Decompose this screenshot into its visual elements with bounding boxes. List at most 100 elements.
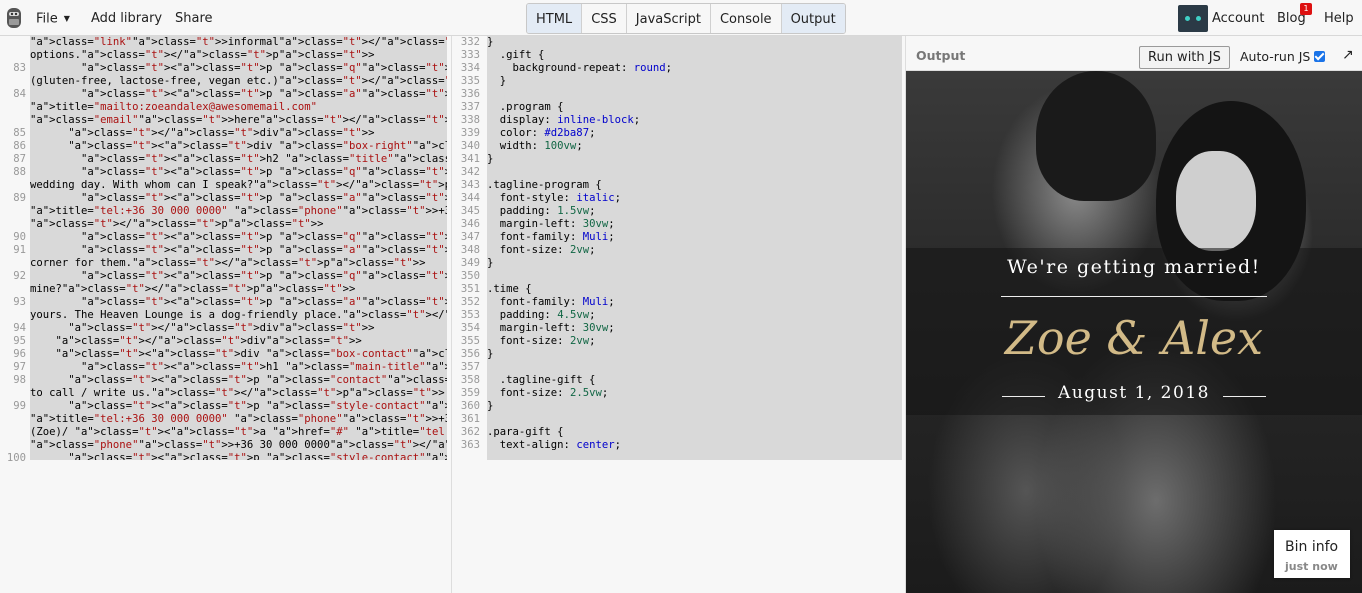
css-editor-panel[interactable]: 332 333 334 335 336 337 338 339 340 341 342 343 344 3… [452, 36, 906, 593]
code-line[interactable]: padding: 1.5vw; [487, 205, 902, 218]
code-line[interactable]: "a">class="t"></"a">class="t">p"a">class… [30, 218, 447, 231]
code-line[interactable]: (gluten-free, lactose-free, vegan etc.)"… [30, 75, 447, 88]
code-line[interactable] [487, 88, 902, 101]
code-line[interactable]: font-size: 2vw; [487, 335, 902, 348]
avatar-eye-icon [1196, 16, 1201, 21]
code-line[interactable]: (Zoe)/ "a">class="t"><"a">class="t">a "a… [30, 426, 447, 439]
code-line[interactable]: "a">title="tel:+36 30 000 0000" "a">clas… [30, 413, 447, 426]
jsbin-logo-icon[interactable] [4, 6, 24, 30]
code-line[interactable]: options."a">class="t"></"a">class="t">p"… [30, 49, 447, 62]
code-line[interactable]: "a">class="t"></"a">class="t">div"a">cla… [30, 335, 447, 348]
help-link[interactable]: Help [1324, 0, 1354, 36]
auto-run-checkbox[interactable] [1314, 51, 1326, 62]
code-line[interactable] [487, 270, 902, 283]
code-line[interactable]: .para-gift { [487, 426, 902, 439]
code-line[interactable]: font-size: 2.5vw; [487, 387, 902, 400]
code-line[interactable] [487, 166, 902, 179]
code-line[interactable]: "a">class="t"><"a">class="t">p "a">class… [30, 296, 447, 309]
code-line[interactable]: "a">class="t"><"a">class="t">p "a">class… [30, 192, 447, 205]
css-code-area[interactable]: } .gift { background-repeat: round; } .p… [487, 36, 902, 460]
code-line[interactable]: display: inline-block; [487, 114, 902, 127]
code-line[interactable]: "a">class="phone""a">class="t">>+36 30 0… [30, 439, 447, 452]
avatar[interactable] [1178, 5, 1208, 32]
code-line[interactable]: "a">title="mailto:zoeandalex@awesomemail… [30, 101, 447, 114]
code-line[interactable]: "a">class="t"><"a">class="t">p "a">class… [30, 374, 447, 387]
html-editor-panel[interactable]: 83 84 85 86 87 88 89 90 91 92 93 94 95 96 97 98 99 100 "a… [0, 36, 452, 593]
code-line[interactable]: "a">class="t"><"a">class="t">p "a">class… [30, 452, 447, 460]
code-line[interactable]: "a">class="t"><"a">class="t">p "a">class… [30, 62, 447, 75]
code-line[interactable]: .program { [487, 101, 902, 114]
divider [1223, 396, 1266, 397]
code-line[interactable] [487, 361, 902, 374]
preview-date: August 1, 2018 [1058, 383, 1210, 403]
line-number: 95 [13, 335, 26, 347]
tab-html[interactable]: HTML [527, 4, 583, 33]
account-link[interactable]: Account [1212, 0, 1265, 36]
code-line[interactable]: "a">class="link""a">class="t">>informal"… [30, 36, 447, 49]
code-line[interactable]: "a">class="email""a">class="t">>here"a">… [30, 114, 447, 127]
code-line[interactable]: } [487, 75, 902, 88]
bin-info-card[interactable]: Bin info just now [1274, 530, 1350, 578]
code-line[interactable]: "a">class="t"><"a">class="t">div "a">cla… [30, 348, 447, 361]
code-line[interactable]: padding: 4.5vw; [487, 309, 902, 322]
blog-notification-badge: 1 [1300, 3, 1312, 15]
code-line[interactable]: corner for them."a">class="t"></"a">clas… [30, 257, 447, 270]
code-line[interactable]: yours. The Heaven Lounge is a dog-friend… [30, 309, 447, 322]
code-line[interactable]: margin-left: 30vw; [487, 218, 902, 231]
line-number: 363 [460, 439, 480, 451]
code-line[interactable]: margin-left: 30vw; [487, 322, 902, 335]
code-line[interactable]: } [487, 348, 902, 361]
code-line[interactable]: wedding day. With whom can I speak?"a">c… [30, 179, 447, 192]
code-line[interactable]: "a">class="t"><"a">class="t">div "a">cla… [30, 140, 447, 153]
code-line[interactable]: .tagline-program { [487, 179, 902, 192]
output-preview[interactable]: We're getting married! Zoe & Alex August… [906, 71, 1362, 593]
code-line[interactable]: } [487, 400, 902, 413]
html-code-area[interactable]: "a">class="link""a">class="t">>informal"… [30, 36, 447, 460]
code-line[interactable]: } [487, 36, 902, 49]
code-line[interactable]: } [487, 257, 902, 270]
code-line[interactable]: color: #d2ba87; [487, 127, 902, 140]
code-line[interactable]: "a">class="t"><"a">class="t">p "a">class… [30, 244, 447, 257]
code-line[interactable]: font-style: italic; [487, 192, 902, 205]
code-line[interactable]: font-family: Muli; [487, 296, 902, 309]
code-line[interactable]: "a">class="t"><"a">class="t">p "a">class… [30, 88, 447, 101]
file-menu[interactable]: File ▼ [36, 0, 70, 36]
code-line[interactable]: "a">class="t"><"a">class="t">p "a">class… [30, 270, 447, 283]
code-line[interactable]: } [487, 153, 902, 166]
auto-run-js-toggle[interactable]: Auto-run JS [1240, 49, 1326, 64]
code-line[interactable]: mine?"a">class="t"></"a">class="t">p"a">… [30, 283, 447, 296]
preview-couple-names: Zoe & Alex [1004, 311, 1264, 365]
tab-javascript[interactable]: JavaScript [627, 4, 711, 33]
code-line[interactable]: width: 100vw; [487, 140, 902, 153]
code-line[interactable]: "a">class="t"></"a">class="t">div"a">cla… [30, 322, 447, 335]
line-number: 99 [13, 400, 26, 412]
code-line[interactable]: text-align: center; [487, 439, 902, 452]
code-line[interactable]: .time { [487, 283, 902, 296]
code-line[interactable]: "a">class="t"></"a">class="t">div"a">cla… [30, 127, 447, 140]
code-line[interactable]: .gift { [487, 49, 902, 62]
add-library-button[interactable]: Add library [91, 0, 162, 36]
code-line[interactable]: "a">title="tel:+36 30 000 0000" "a">clas… [30, 205, 447, 218]
tab-console[interactable]: Console [711, 4, 782, 33]
popout-arrow-icon[interactable]: ↗ [1342, 47, 1354, 63]
line-number [0, 49, 26, 62]
code-line[interactable]: background-repeat: round; [487, 62, 902, 75]
run-with-js-button[interactable]: Run with JS [1139, 46, 1230, 69]
code-line[interactable]: to call / write us."a">class="t"></"a">c… [30, 387, 447, 400]
line-number: 98 [13, 374, 26, 386]
code-line[interactable]: font-size: 2vw; [487, 244, 902, 257]
code-line[interactable]: font-family: Muli; [487, 231, 902, 244]
code-line[interactable]: "a">class="t"><"a">class="t">h2 "a">clas… [30, 153, 447, 166]
code-line[interactable]: "a">class="t"><"a">class="t">p "a">class… [30, 400, 447, 413]
code-line[interactable]: "a">class="t"><"a">class="t">p "a">class… [30, 166, 447, 179]
line-number: 338 [460, 114, 480, 126]
share-button[interactable]: Share [175, 0, 213, 36]
line-number [0, 413, 26, 426]
line-number [0, 101, 26, 114]
code-line[interactable]: "a">class="t"><"a">class="t">h1 "a">clas… [30, 361, 447, 374]
code-line[interactable]: .tagline-gift { [487, 374, 902, 387]
tab-css[interactable]: CSS [582, 4, 627, 33]
tab-output[interactable]: Output [781, 4, 845, 33]
code-line[interactable]: "a">class="t"><"a">class="t">p "a">class… [30, 231, 447, 244]
code-line[interactable] [487, 413, 902, 426]
